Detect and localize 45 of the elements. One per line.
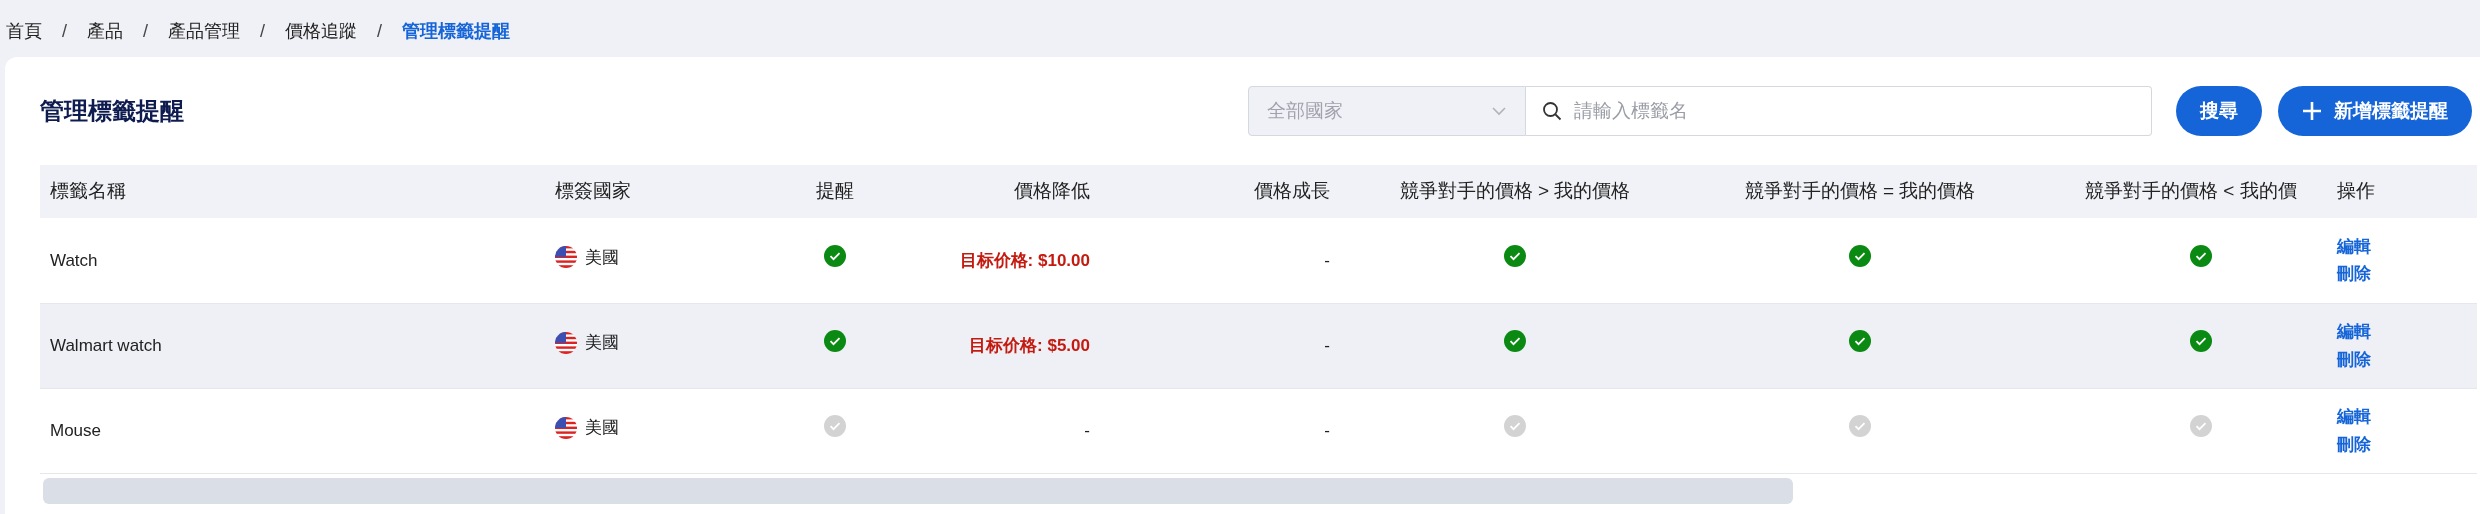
breadcrumb-link[interactable]: 產品管理 <box>168 18 241 45</box>
column-header: 競爭對手的價格 > 我的價格 <box>1340 165 1690 218</box>
table-cell-text: 美國 <box>585 416 619 439</box>
edit-link[interactable]: 編輯 <box>2337 403 2467 431</box>
breadcrumb-separator: / <box>143 20 149 43</box>
flag-icon <box>555 331 577 354</box>
flag-icon <box>555 246 577 269</box>
column-header: 提醒 <box>770 165 900 218</box>
add-button[interactable]: 新增標籤提醒 <box>2278 86 2472 136</box>
page-title: 管理標籤提醒 <box>40 97 184 126</box>
table-cell: Walmart watch <box>50 335 162 355</box>
delete-link[interactable]: 刪除 <box>2337 430 2467 458</box>
table-cell: 目标价格: $10.00 <box>959 250 1090 270</box>
column-header: 價格降低 <box>900 165 1100 218</box>
chevron-down-icon <box>1491 106 1507 116</box>
plus-icon <box>2302 101 2322 121</box>
table-cell: - <box>1084 420 1090 440</box>
breadcrumb-link[interactable]: 價格追蹤 <box>285 18 358 45</box>
column-header: 標簽國家 <box>545 165 770 218</box>
column-header: 價格成長 <box>1100 165 1340 218</box>
breadcrumb-separator: / <box>62 20 67 43</box>
breadcrumb-separator: / <box>377 20 383 43</box>
table-cell: - <box>1324 335 1330 355</box>
table-cell: 目标价格: $5.00 <box>969 335 1090 355</box>
table-cell-text: 美國 <box>585 331 619 354</box>
search-field[interactable]: 請輸入標籤名 <box>1526 86 2152 136</box>
flag-icon <box>555 416 577 439</box>
breadcrumb-link[interactable]: 產品 <box>87 18 123 45</box>
breadcrumb-separator: / <box>260 20 266 43</box>
search-button[interactable]: 搜尋 <box>2176 86 2262 136</box>
edit-link[interactable]: 編輯 <box>2337 318 2467 346</box>
delete-link[interactable]: 刪除 <box>2337 260 2467 288</box>
scrollbar-thumb[interactable] <box>43 477 1793 504</box>
table-cell-text: 美國 <box>585 246 619 269</box>
edit-link[interactable]: 編輯 <box>2337 233 2467 261</box>
table-cell: Watch <box>50 250 98 270</box>
table-cell: - <box>1324 250 1330 270</box>
table-cell: Mouse <box>50 420 102 440</box>
table-cell: - <box>1324 420 1330 440</box>
column-header: 競爭對手的價格 = 我的價格 <box>1690 165 2030 218</box>
column-header: 操作 <box>2327 165 2477 218</box>
delete-link[interactable]: 刪除 <box>2337 345 2467 373</box>
breadcrumb-link[interactable]: 管理標籤提醒 <box>402 18 511 45</box>
breadcrumb-link[interactable]: 首頁 <box>6 18 42 45</box>
column-header: 標籤名稱 <box>40 165 545 218</box>
